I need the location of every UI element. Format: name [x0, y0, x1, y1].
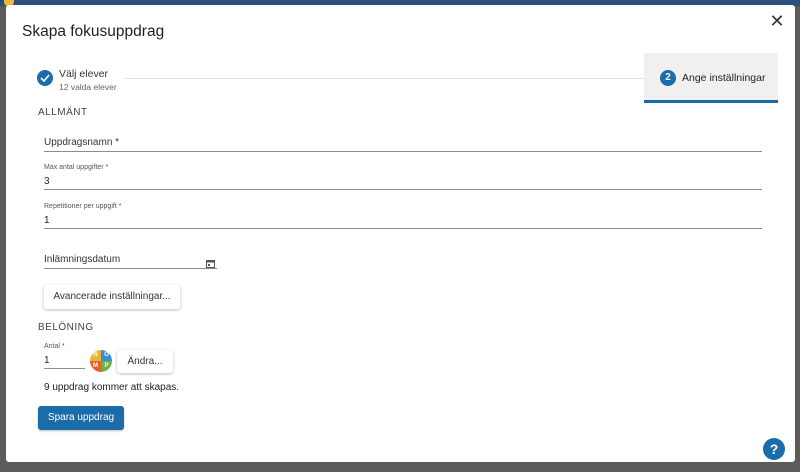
due-date-field[interactable]: Inlämningsdatum — [44, 252, 217, 269]
section-title-general: ALLMÄNT — [38, 107, 88, 118]
coin-letter-n: N — [90, 350, 101, 361]
max-tasks-field[interactable]: Max antal uppgifter * 3 — [44, 164, 762, 190]
max-tasks-underline — [44, 189, 762, 190]
step-2-number: 2 — [660, 70, 676, 86]
reward-amount-field[interactable]: Antal * 1 — [44, 343, 85, 369]
check-icon — [37, 70, 53, 86]
change-reward-button[interactable]: Ändra... — [117, 350, 173, 373]
repetitions-underline — [44, 228, 762, 229]
close-icon[interactable]: ✕ — [767, 11, 787, 31]
repetitions-value: 1 — [44, 215, 50, 226]
due-date-placeholder: Inlämningsdatum — [44, 254, 121, 265]
calendar-icon[interactable] — [206, 255, 215, 268]
dialog-title: Skapa fokusuppdrag — [22, 23, 165, 40]
reward-amount-value: 1 — [44, 355, 50, 366]
active-step-indicator — [644, 100, 778, 103]
stepper-connector — [124, 78, 644, 79]
reward-amount-label: Antal * — [44, 343, 65, 350]
step-1-sublabel: 12 valda elever — [59, 82, 117, 92]
section-title-reward: BELÖNING — [38, 322, 94, 333]
create-focus-assignment-dialog: ✕ Skapa fokusuppdrag Välj elever 12 vald… — [6, 5, 795, 462]
reward-coin-icon: N O M P — [90, 350, 112, 372]
step-settings[interactable]: 2 Ange inställningar — [644, 53, 778, 103]
assignment-name-underline — [44, 151, 762, 152]
repetitions-field[interactable]: Repetitioner per uppgift * 1 — [44, 203, 762, 229]
coin-letter-o: O — [101, 350, 112, 361]
assignment-name-field[interactable]: Uppdragsnamn * — [44, 131, 762, 152]
coin-letter-m: M — [90, 361, 101, 372]
coin-letter-p: P — [101, 361, 112, 372]
reward-amount-underline — [44, 368, 85, 369]
summary-text: 9 uppdrag kommer att skapas. — [44, 382, 180, 393]
assignment-name-label: Uppdragsnamn * — [44, 137, 120, 148]
repetitions-label: Repetitioner per uppgift * — [44, 203, 122, 210]
help-icon[interactable]: ? — [763, 438, 785, 460]
step-1-label: Välj elever — [59, 68, 109, 80]
max-tasks-value: 3 — [44, 176, 50, 187]
due-date-underline — [44, 268, 217, 269]
step-2-label: Ange inställningar — [682, 72, 766, 84]
save-assignment-button[interactable]: Spara uppdrag — [38, 406, 124, 430]
advanced-settings-button[interactable]: Avancerade inställningar... — [44, 285, 180, 309]
max-tasks-label: Max antal uppgifter * — [44, 164, 109, 171]
